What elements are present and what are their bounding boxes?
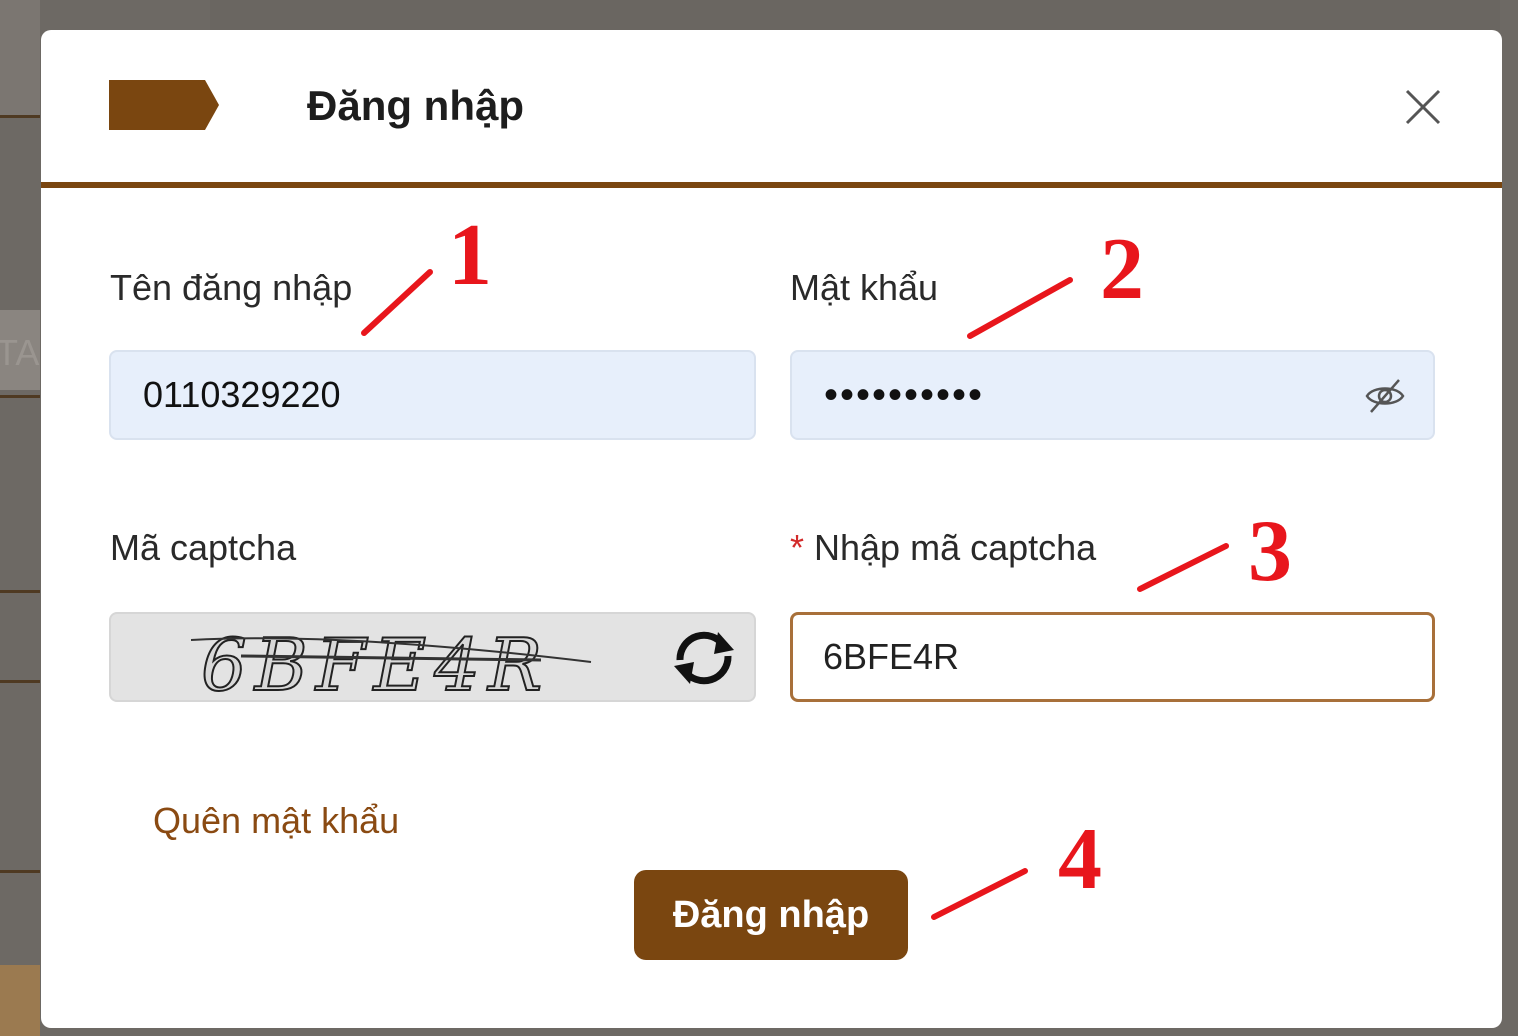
annotation-number-2: 2 [1100, 221, 1144, 318]
password-input[interactable]: •••••••••• [790, 350, 1435, 440]
captcha-input-label-text: Nhập mã captcha [814, 527, 1097, 568]
annotation-number-4: 4 [1058, 811, 1102, 908]
eye-slash-icon[interactable] [1363, 374, 1407, 418]
forgot-password-link[interactable]: Quên mật khẩu [153, 800, 399, 842]
dialog-title: Đăng nhập [307, 82, 524, 129]
backdrop-text: TA [0, 332, 40, 373]
username-label: Tên đăng nhập [110, 267, 353, 308]
password-label: Mật khẩu [790, 267, 939, 308]
captcha-box: 6BFE4R [109, 612, 756, 702]
annotation-number-1: 1 [448, 207, 492, 304]
brand-tag-icon [109, 80, 219, 130]
login-button[interactable]: Đăng nhập [634, 870, 908, 960]
captcha-input-label: * Nhập mã captcha [790, 526, 1096, 570]
captcha-image-text: 6BFE4R [201, 623, 550, 700]
captcha-input[interactable]: 6BFE4R [790, 612, 1435, 702]
required-mark: * [790, 527, 805, 568]
captcha-image: 6BFE4R [190, 622, 592, 700]
refresh-icon[interactable] [668, 626, 740, 690]
annotation-number-3: 3 [1248, 503, 1292, 600]
captcha-label: Mã captcha [110, 527, 297, 568]
username-input[interactable]: 0110329220 [109, 350, 756, 440]
password-value: •••••••••• [824, 373, 985, 417]
close-icon[interactable] [1404, 88, 1442, 126]
dialog-header: Đăng nhập [41, 30, 1502, 188]
